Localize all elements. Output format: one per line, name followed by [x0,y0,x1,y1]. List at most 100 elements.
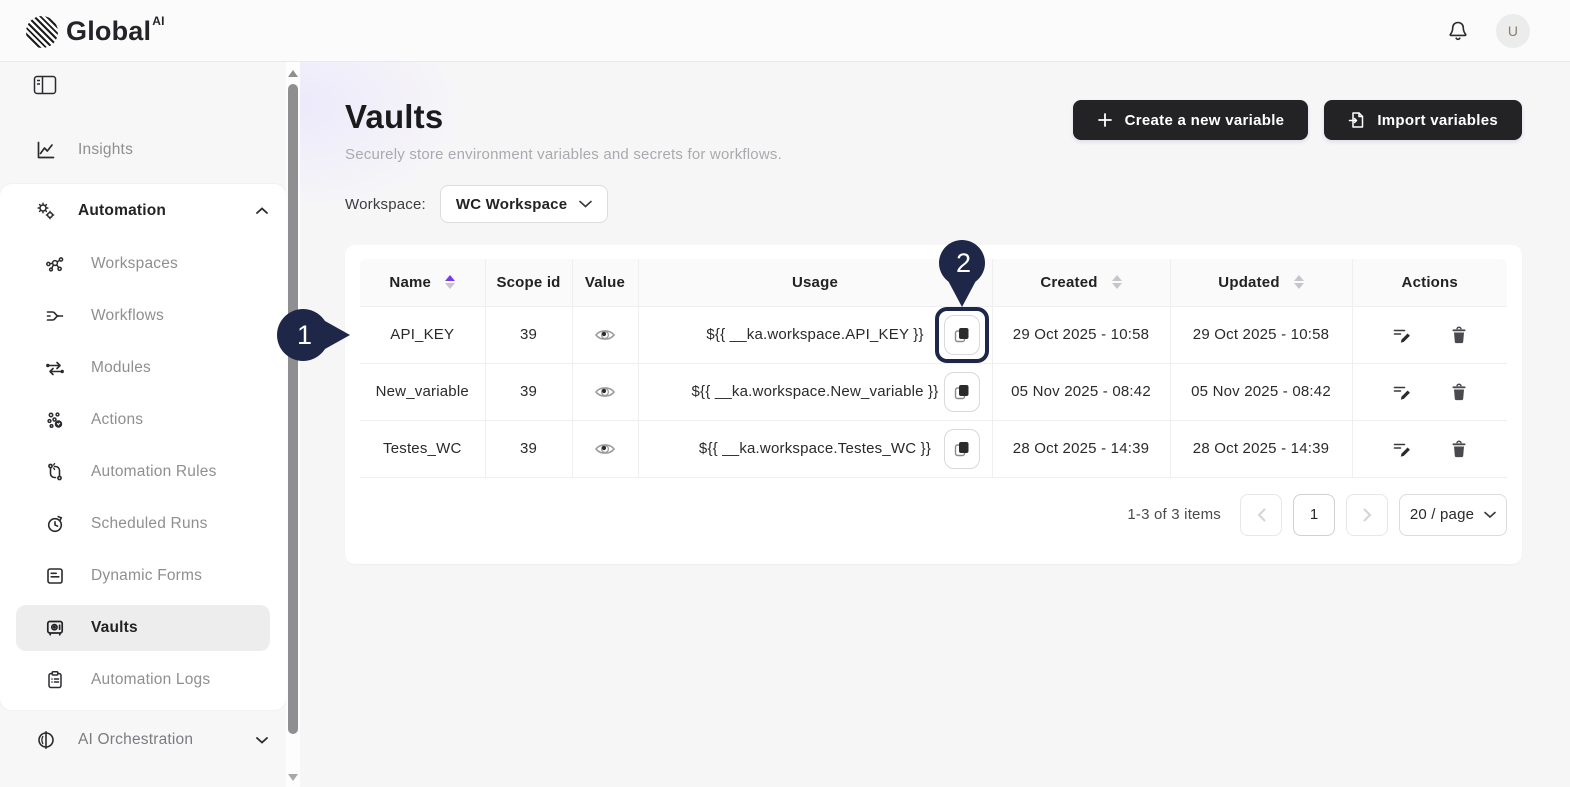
cell-value [572,306,638,363]
trash-icon[interactable] [1451,326,1467,344]
sidebar-item-infrastructure[interactable]: Infrastructure [0,770,286,787]
cell-usage: ${{ __ka.workspace.API_KEY }} [638,306,992,363]
eye-icon[interactable] [595,442,615,456]
cell-updated: 28 Oct 2025 - 14:39 [1170,420,1352,477]
cell-value [572,420,638,477]
create-variable-button[interactable]: Create a new variable [1073,100,1309,140]
pagination-prev-button[interactable] [1240,494,1282,536]
workflows-icon [45,306,65,326]
sidebar-item-scheduled-runs[interactable]: Scheduled Runs [0,498,286,550]
sidebar-item-label: Insights [78,141,268,159]
cell-usage: ${{ __ka.workspace.Testes_WC }} [638,420,992,477]
table-row: New_variable 39 ${{ __ka.workspace.New_v… [360,363,1507,420]
create-variable-label: Create a new variable [1125,112,1285,129]
avatar[interactable]: U [1496,14,1530,48]
edit-icon[interactable] [1392,440,1411,458]
table-row: Testes_WC 39 ${{ __ka.workspace.Testes_W… [360,420,1507,477]
dynamic-forms-icon [45,566,65,586]
copy-button[interactable] [944,372,980,412]
page-subtitle: Securely store environment variables and… [345,146,782,163]
workspaces-icon [45,254,65,274]
column-label: Value [585,274,625,291]
workspace-selected-value: WC Workspace [456,196,567,213]
cell-name: Testes_WC [360,420,485,477]
variable-name: API_KEY [390,326,454,343]
column-label: Scope id [496,274,560,291]
column-label: Actions [1402,274,1458,291]
workspace-select[interactable]: WC Workspace [440,185,608,223]
scrollbar-down-arrow[interactable] [288,774,298,781]
eye-icon[interactable] [595,385,615,399]
sidebar-item-label: Automation Logs [91,671,268,689]
sort-icon[interactable] [1112,275,1122,289]
automation-icon [36,201,56,221]
pagination-page-1[interactable]: 1 [1293,494,1335,536]
pagination-next-button[interactable] [1346,494,1388,536]
sidebar-item-label: Actions [91,411,268,429]
vaults-table-card: Name Scope id Value Usage Created [345,245,1522,564]
table-header-row: Name Scope id Value Usage Created [360,259,1507,306]
bell-icon[interactable] [1446,19,1470,43]
trash-icon[interactable] [1451,440,1467,458]
annotation-marker-2: 2 [937,239,987,311]
sidebar-item-vaults[interactable]: Vaults [16,605,270,651]
cell-scope-id: 39 [485,363,572,420]
column-header-updated[interactable]: Updated [1170,259,1352,306]
sidebar-item-label: Scheduled Runs [91,515,268,533]
sidebar-item-dynamic-forms[interactable]: Dynamic Forms [0,550,286,602]
page-size-value: 20 / page [1410,506,1474,523]
usage-expression: ${{ __ka.workspace.New_variable }} [692,383,939,400]
sidebar-item-automation[interactable]: Automation [0,184,286,238]
scrollbar-thumb[interactable] [288,84,298,734]
sidebar-item-label: Automation Rules [91,463,268,481]
column-header-value: Value [572,259,638,306]
sidebar-item-workspaces[interactable]: Workspaces [0,238,286,290]
sort-icon[interactable] [1294,275,1304,289]
column-header-scope-id: Scope id [485,259,572,306]
sidebar-item-workflows[interactable]: Workflows [0,290,286,342]
svg-text:2: 2 [956,248,971,278]
page-size-select[interactable]: 20 / page [1399,494,1507,536]
cell-created: 05 Nov 2025 - 08:42 [992,363,1170,420]
column-label: Updated [1218,274,1279,291]
top-header: GlobalAI U [0,0,1570,62]
sidebar-item-label: Workflows [91,307,268,325]
logo-globe-icon [26,16,58,48]
import-variables-button[interactable]: Import variables [1324,100,1522,140]
sidebar-item-label: Automation [78,202,234,220]
edit-icon[interactable] [1392,383,1411,401]
sidebar-item-modules[interactable]: Modules [0,342,286,394]
column-header-name[interactable]: Name [360,259,485,306]
import-file-icon [1348,111,1365,129]
trash-icon[interactable] [1451,383,1467,401]
sidebar-scrollbar [286,62,300,787]
automation-panel: Automation Workspaces Workflows [0,184,286,710]
chevron-up-icon [256,207,268,215]
sidebar-item-automation-rules[interactable]: Automation Rules [0,446,286,498]
sidebar-item-actions[interactable]: Actions [0,394,286,446]
copy-button[interactable] [944,429,980,469]
sidebar-collapse-button[interactable] [33,74,57,96]
sidebar-item-insights[interactable]: Insights [0,124,286,176]
svg-text:1: 1 [297,320,312,350]
column-label: Name [389,274,431,291]
sort-icon[interactable] [445,275,455,289]
edit-icon[interactable] [1392,326,1411,344]
usage-expression: ${{ __ka.workspace.Testes_WC }} [699,440,931,457]
usage-expression: ${{ __ka.workspace.API_KEY }} [706,326,923,343]
sidebar-item-automation-logs[interactable]: Automation Logs [0,654,286,706]
cell-actions [1352,363,1507,420]
sidebar-item-label: AI Orchestration [78,731,234,749]
chevron-down-icon [1484,511,1496,519]
sidebar-item-ai-orchestration[interactable]: AI Orchestration [0,714,286,766]
sidebar-item-label: Dynamic Forms [91,567,268,585]
scrollbar-up-arrow[interactable] [288,70,298,77]
column-header-created[interactable]: Created [992,259,1170,306]
eye-icon[interactable] [595,328,615,342]
vaults-table: Name Scope id Value Usage Created [360,259,1507,478]
avatar-initial: U [1508,23,1518,39]
ai-orchestration-icon [36,730,56,750]
variable-name: Testes_WC [383,440,462,457]
chevron-down-icon [256,736,268,744]
copy-button[interactable] [944,315,980,355]
